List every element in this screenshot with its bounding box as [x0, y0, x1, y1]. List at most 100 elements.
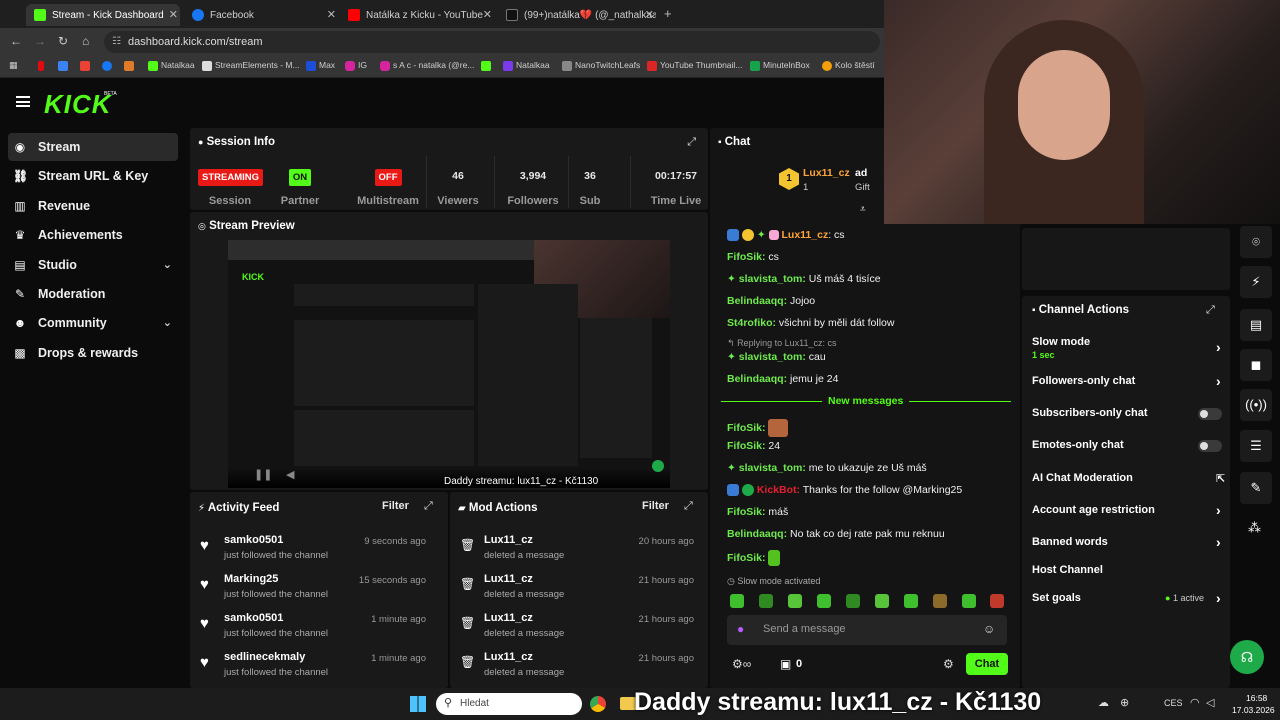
action-ai-moderation[interactable]: AI Chat Moderation ⇱ [1032, 472, 1225, 485]
pause-icon[interactable]: ❚❚ [254, 468, 272, 481]
tab-kick-dashboard[interactable]: Stream - Kick Dashboard ✕ [26, 4, 180, 26]
site-info-icon[interactable]: ☷ [112, 31, 121, 53]
close-tab-icon[interactable]: ✕ [169, 8, 178, 21]
expand-icon[interactable]: ⤢ [687, 136, 696, 149]
taskbar-search[interactable]: ⚲ Hledat [436, 693, 582, 715]
chat-username[interactable]: slavista_tom: [739, 351, 806, 363]
activity-username[interactable]: samko0501 [224, 534, 283, 546]
mod-username[interactable]: Lux11_cz [484, 651, 533, 663]
emote-icon[interactable] [962, 594, 976, 608]
action-followers-only[interactable]: Followers-only chat › [1032, 373, 1221, 389]
chat-username[interactable]: FifoSik: [727, 506, 766, 518]
emote-icon[interactable] [759, 594, 773, 608]
volume-icon[interactable]: ◁ [1206, 696, 1214, 709]
apps-icon[interactable]: ▦ [9, 60, 18, 71]
bookmark-natalkaa[interactable]: Natalkaa [148, 60, 195, 71]
bookmark-kolo-stesti[interactable]: Kolo štěstí [822, 60, 875, 71]
emote-icon[interactable] [990, 594, 1004, 608]
menu-icon[interactable] [16, 96, 30, 107]
sidebar-item-stream-url-key[interactable]: ⛓ Stream URL & Key [8, 162, 178, 190]
chat-username[interactable]: Belindaaqq: [727, 373, 787, 385]
bookmark-ig[interactable]: IG [345, 60, 367, 71]
chat-username[interactable]: FifoSik: [727, 422, 766, 434]
quick-actions-button[interactable]: ⚡ [1240, 266, 1272, 298]
action-set-goals[interactable]: Set goals › [1032, 590, 1221, 606]
pinned-user-2-name[interactable]: ad [855, 167, 867, 179]
clock-date[interactable]: 17.03.2026 [1232, 705, 1275, 715]
send-chat-button[interactable]: Chat [966, 653, 1008, 675]
chrome-icon[interactable] [590, 696, 606, 712]
sidebar-item-moderation[interactable]: ✎ Moderation [8, 280, 178, 308]
sidebar-item-revenue[interactable]: ▥ Revenue [8, 192, 178, 220]
expand-icon[interactable]: ⤢ [1206, 304, 1215, 317]
broadcast-button[interactable]: ((•)) [1240, 389, 1272, 421]
tab-tiktok[interactable]: (99+)natálka💔 (@_nathalkaa) ✕ [498, 4, 656, 26]
back-icon[interactable]: ← [10, 34, 22, 48]
activity-filter-button[interactable]: Filter [382, 500, 409, 512]
chat-username[interactable]: slavista_tom: [739, 462, 806, 474]
bookmark-max[interactable]: Max [306, 60, 335, 71]
sidebar-item-drops-rewards[interactable]: ▩ Drops & rewards [8, 339, 178, 367]
chat-input[interactable]: ● Send a message ☺ [727, 615, 1007, 645]
subscribers-only-toggle[interactable] [1198, 408, 1222, 420]
bookmark-streamelements[interactable]: StreamElements - M... [202, 60, 300, 71]
gear-icon[interactable]: ⚙ [943, 657, 954, 671]
bookmark-minutelnbox[interactable]: MinutelnBox [750, 60, 810, 71]
new-tab-icon[interactable]: + [664, 6, 672, 21]
mod-username[interactable]: Lux11_cz [484, 534, 533, 546]
bookmark-instagram-2[interactable]: s A c - natalka (@re... [380, 60, 474, 71]
clock-time[interactable]: 16:58 [1246, 693, 1267, 703]
expand-icon[interactable]: ⤢ [684, 500, 693, 513]
forward-icon[interactable]: → [34, 34, 46, 48]
activity-username[interactable]: sedlinecekmaly [224, 651, 305, 663]
action-slow-mode[interactable]: Slow mode › [1032, 336, 1221, 355]
support-headset-icon[interactable]: ☊ [1230, 640, 1264, 674]
mod-actions-widget-button[interactable]: ☰ [1240, 430, 1272, 462]
url-field[interactable]: ☷ dashboard.kick.com/stream [104, 31, 880, 53]
home-icon[interactable]: ⌂ [82, 34, 89, 48]
mod-filter-button[interactable]: Filter [642, 500, 669, 512]
emote-icon[interactable] [846, 594, 860, 608]
community-icon[interactable]: ⁂ [1248, 520, 1261, 536]
language-indicator[interactable]: CES [1164, 698, 1183, 708]
gift-icon[interactable]: ▣ [780, 657, 791, 671]
emote-icon[interactable] [904, 594, 918, 608]
emotes-only-toggle[interactable] [1198, 440, 1222, 452]
bookmark-nanotwitchleafs[interactable]: NanoTwitchLeafs [562, 60, 640, 71]
camera-widget-button[interactable]: ⌾ [1240, 226, 1272, 258]
kick-logo[interactable]: KICK [44, 89, 112, 120]
pinned-user-name[interactable]: Lux11_cz [803, 167, 850, 179]
emote-icon[interactable] [933, 594, 947, 608]
activity-username[interactable]: samko0501 [224, 612, 283, 624]
emote-icon[interactable] [730, 594, 744, 608]
chat-username[interactable]: FifoSik: [727, 440, 766, 452]
windows-start-icon[interactable] [410, 696, 426, 712]
emote-icon[interactable] [788, 594, 802, 608]
chat-widget-button[interactable]: ◼ [1240, 349, 1272, 381]
tab-facebook[interactable]: Facebook ✕ [184, 4, 338, 26]
microphone-tray-icon[interactable]: ⊕ [1120, 696, 1129, 709]
sidebar-item-studio[interactable]: ▤ Studio ⌄ [8, 251, 178, 279]
action-banned-words[interactable]: Banned words › [1032, 534, 1221, 550]
reload-icon[interactable]: ↻ [58, 34, 68, 48]
volume-icon[interactable]: ◀ [286, 468, 294, 481]
mod-username[interactable]: Lux11_cz [484, 612, 533, 624]
close-tab-icon[interactable]: ✕ [327, 8, 336, 21]
wifi-icon[interactable]: ◠ [1190, 696, 1200, 709]
expand-icon[interactable]: ⤢ [424, 500, 433, 513]
emote-icon[interactable] [875, 594, 889, 608]
chat-username[interactable]: Belindaaqq: [727, 528, 787, 540]
action-host-channel[interactable]: Host Channel [1032, 564, 1103, 576]
chat-username[interactable]: FifoSik: [727, 552, 766, 564]
mod-username[interactable]: Lux11_cz [484, 573, 533, 585]
moderation-tools-button[interactable]: ✎ [1240, 472, 1272, 504]
chat-settings-icon[interactable]: ⚙∞ [732, 657, 751, 671]
chat-username[interactable]: Belindaaqq: [727, 295, 787, 307]
action-account-age[interactable]: Account age restriction › [1032, 502, 1221, 518]
chat-username[interactable]: Lux11_cz [782, 229, 829, 241]
activity-username[interactable]: Marking25 [224, 573, 278, 585]
microphone-icon[interactable]: ● [737, 622, 744, 636]
close-tab-icon[interactable]: ✕ [483, 8, 492, 21]
sidebar-item-achievements[interactable]: ♛ Achievements [8, 221, 178, 249]
emote-icon[interactable] [817, 594, 831, 608]
